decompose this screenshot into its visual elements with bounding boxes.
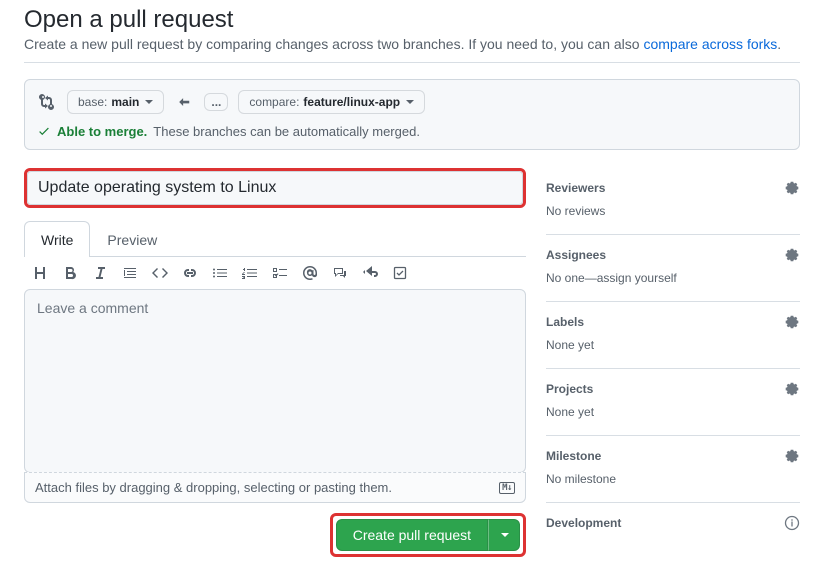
sidebar-projects-title: Projects [546, 382, 593, 396]
unordered-list-icon[interactable] [212, 265, 228, 281]
sidebar-projects-body: None yet [546, 405, 800, 419]
comment-textarea[interactable]: Leave a comment [24, 289, 526, 473]
merge-status-rest: These branches can be automatically merg… [153, 124, 420, 139]
compare-branch-button[interactable]: compare: feature/linux-app [238, 90, 425, 114]
gear-icon[interactable] [784, 180, 800, 196]
subtitle-suffix: . [777, 36, 781, 52]
sidebar-milestone: Milestone No milestone [546, 436, 800, 503]
create-pull-request-button[interactable]: Create pull request [336, 519, 488, 551]
assignees-prefix: No one— [546, 271, 597, 285]
main-column: Write Preview Leave a comment Attach fil… [24, 168, 526, 557]
page-subtitle: Create a new pull request by comparing c… [24, 36, 800, 52]
page-title: Open a pull request [24, 6, 800, 34]
sidebar-projects: Projects None yet [546, 369, 800, 436]
gear-icon[interactable] [784, 381, 800, 397]
base-branch-label: base: [78, 95, 107, 109]
caret-down-icon [501, 533, 509, 537]
compare-branch-label: compare: [249, 95, 299, 109]
sidebar-reviewers-title: Reviewers [546, 181, 605, 195]
assign-yourself-link[interactable]: assign yourself [597, 271, 677, 285]
link-icon[interactable] [182, 265, 198, 281]
sidebar-labels-body: None yet [546, 338, 800, 352]
caret-down-icon [406, 100, 414, 104]
subtitle-text: Create a new pull request by comparing c… [24, 36, 643, 52]
tasklist-icon[interactable] [272, 265, 288, 281]
sidebar-development-title: Development [546, 516, 621, 530]
gear-icon[interactable] [784, 314, 800, 330]
cross-reference-icon[interactable] [332, 265, 348, 281]
code-icon[interactable] [152, 265, 168, 281]
base-branch-value: main [111, 95, 139, 109]
check-icon [37, 125, 51, 139]
markdown-toolbar [24, 257, 526, 289]
sidebar: Reviewers No reviews Assignees No one—as… [546, 168, 800, 539]
gear-icon[interactable] [784, 448, 800, 464]
markdown-badge-icon[interactable]: M↓ [499, 482, 515, 494]
sidebar-assignees-body: No one—assign yourself [546, 271, 800, 285]
italic-icon[interactable] [92, 265, 108, 281]
comment-tabs: Write Preview [24, 220, 526, 257]
pr-title-input[interactable] [27, 171, 523, 205]
sidebar-labels: Labels None yet [546, 302, 800, 369]
create-pull-request-dropdown[interactable] [488, 519, 520, 551]
quote-icon[interactable] [122, 265, 138, 281]
caret-down-icon [145, 100, 153, 104]
create-pr-highlight: Create pull request [330, 513, 526, 557]
merge-status: Able to merge. These branches can be aut… [37, 124, 420, 139]
merge-status-able: Able to merge. [57, 124, 147, 139]
mention-icon[interactable] [302, 265, 318, 281]
bold-icon[interactable] [62, 265, 78, 281]
header-divider [24, 62, 800, 63]
attach-hint-text: Attach files by dragging & dropping, sel… [35, 480, 392, 495]
attach-hint-row[interactable]: Attach files by dragging & dropping, sel… [24, 472, 526, 503]
git-compare-icon [37, 92, 57, 112]
ordered-list-icon[interactable] [242, 265, 258, 281]
branch-range-box: base: main ... compare: feature/linux-ap… [24, 79, 800, 150]
compare-across-forks-link[interactable]: compare across forks [643, 36, 777, 52]
tab-write[interactable]: Write [24, 221, 90, 257]
base-branch-button[interactable]: base: main [67, 90, 164, 114]
sidebar-milestone-title: Milestone [546, 449, 601, 463]
arrow-left-icon [174, 92, 194, 112]
pr-title-highlight [24, 168, 526, 208]
heading-icon[interactable] [32, 265, 48, 281]
sidebar-assignees-title: Assignees [546, 248, 606, 262]
reply-icon[interactable] [362, 265, 378, 281]
sidebar-reviewers-body: No reviews [546, 204, 800, 218]
sidebar-labels-title: Labels [546, 315, 584, 329]
sidebar-assignees: Assignees No one—assign yourself [546, 235, 800, 302]
tab-preview[interactable]: Preview [90, 221, 174, 257]
sidebar-milestone-body: No milestone [546, 472, 800, 486]
sidebar-development: Development [546, 503, 800, 531]
saved-replies-icon[interactable] [392, 265, 408, 281]
compare-branch-value: feature/linux-app [303, 95, 400, 109]
range-dots-button[interactable]: ... [204, 93, 228, 111]
gear-icon[interactable] [784, 247, 800, 263]
comment-placeholder: Leave a comment [37, 300, 148, 316]
info-icon[interactable] [784, 515, 800, 531]
sidebar-reviewers: Reviewers No reviews [546, 168, 800, 235]
